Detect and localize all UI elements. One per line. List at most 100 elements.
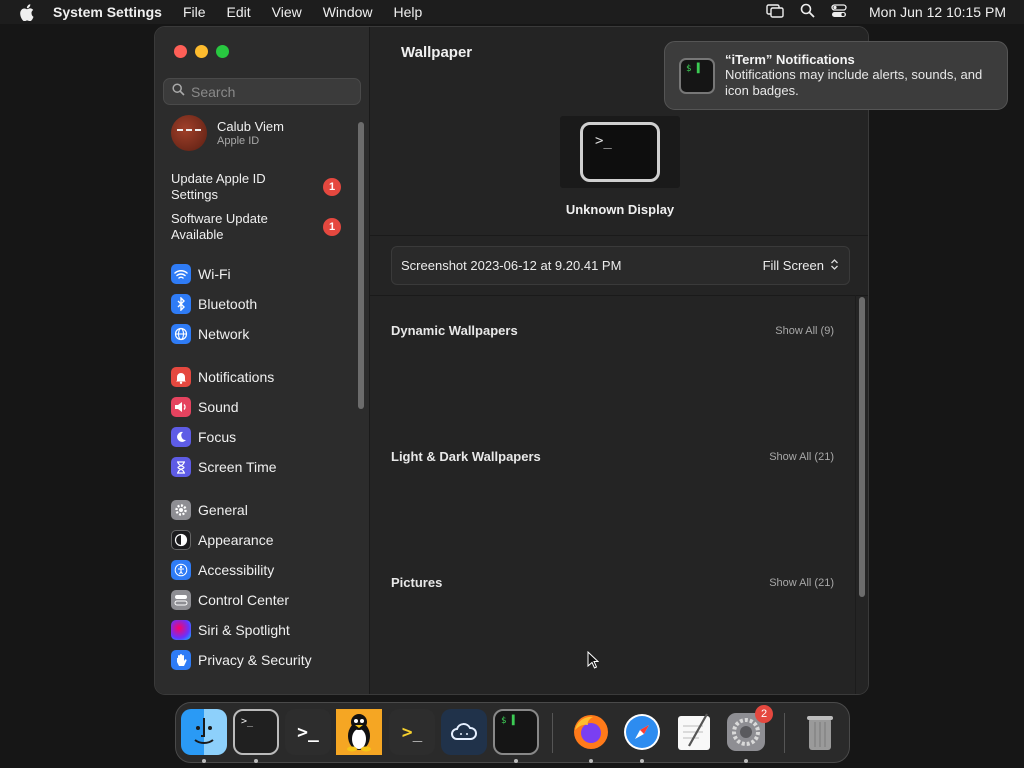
sidebar-scrollbar[interactable] xyxy=(358,122,364,409)
speaker-icon xyxy=(171,397,191,417)
apple-menu-icon[interactable] xyxy=(18,3,36,21)
screen-mirroring-icon[interactable] xyxy=(766,3,784,21)
sidebar-item-sound[interactable]: Sound xyxy=(171,394,238,420)
system-settings-icon[interactable]: 2 xyxy=(723,705,773,755)
apple-id-profile[interactable]: Calub Viem Apple ID xyxy=(171,115,351,151)
show-all-button[interactable]: Show All (9) xyxy=(775,325,834,337)
sidebar-item-control-center[interactable]: Control Center xyxy=(171,587,289,613)
running-indicator xyxy=(254,759,258,763)
fill-mode-select[interactable]: Fill Screen xyxy=(763,258,839,274)
firefox-icon[interactable] xyxy=(568,709,614,755)
linux-penguin-icon[interactable] xyxy=(336,709,382,755)
alert-label: Update Apple ID Settings xyxy=(171,171,266,202)
show-all-button[interactable]: Show All (21) xyxy=(769,451,834,463)
sidebar-item-label: Siri & Spotlight xyxy=(198,622,290,638)
sidebar-item-appearance[interactable]: Appearance xyxy=(171,527,274,553)
menu-bar: System Settings File Edit View Window He… xyxy=(0,0,1024,24)
sidebar-item-label: Wi-Fi xyxy=(198,266,231,282)
section-dynamic-wallpapers: Dynamic Wallpapers Show All (9) xyxy=(391,323,834,338)
notification-body: Notifications may include alerts, sounds… xyxy=(725,67,983,98)
sidebar-item-label: Network xyxy=(198,326,250,342)
search-icon xyxy=(172,82,185,101)
sidebar-item-wifi[interactable]: Wi-Fi xyxy=(171,261,231,287)
app-name-menu[interactable]: System Settings xyxy=(53,4,162,20)
display-preview[interactable]: >_ xyxy=(560,116,680,188)
safari-icon[interactable] xyxy=(619,709,665,755)
menu-file[interactable]: File xyxy=(183,4,206,20)
profile-name: Calub Viem xyxy=(217,119,284,134)
scroll-track xyxy=(855,295,856,694)
sidebar-item-label: Control Center xyxy=(198,592,290,608)
search-input[interactable] xyxy=(191,83,351,100)
dock-separator xyxy=(552,713,553,753)
sidebar-item-notifications[interactable]: Notifications xyxy=(171,364,274,390)
sidebar-item-general[interactable]: General xyxy=(171,497,248,523)
divider xyxy=(370,235,868,236)
window-controls xyxy=(174,45,229,58)
textedit-icon[interactable] xyxy=(671,709,717,755)
cloud-app-icon[interactable] xyxy=(441,709,487,755)
menu-help[interactable]: Help xyxy=(394,4,423,20)
dock-separator xyxy=(784,713,785,753)
section-title: Pictures xyxy=(391,575,443,590)
sidebar-item-label: Screen Time xyxy=(198,459,277,475)
bluetooth-icon xyxy=(171,294,191,314)
menu-clock[interactable]: Mon Jun 12 10:15 PM xyxy=(869,4,1006,20)
iterm-icon[interactable]: $ ▌ xyxy=(493,709,539,755)
wifi-icon xyxy=(171,264,191,284)
profile-subtitle: Apple ID xyxy=(217,135,260,147)
notification-title: “iTerm” Notifications xyxy=(725,52,855,67)
sidebar-item-network[interactable]: Network xyxy=(171,321,249,347)
sidebar-search[interactable] xyxy=(163,78,361,105)
powershell-icon[interactable]: > _ xyxy=(389,709,435,755)
page-title: Wallpaper xyxy=(401,44,473,61)
running-indicator xyxy=(589,759,593,763)
menu-view[interactable]: View xyxy=(272,4,302,20)
sidebar-item-focus[interactable]: Focus xyxy=(171,424,236,450)
minimize-window-button[interactable] xyxy=(195,45,208,58)
section-title: Dynamic Wallpapers xyxy=(391,323,518,338)
hand-icon xyxy=(171,650,191,670)
sidebar-item-bluetooth[interactable]: Bluetooth xyxy=(171,291,257,317)
sidebar-item-screen-time[interactable]: Screen Time xyxy=(171,454,277,480)
sidebar-item-label: Focus xyxy=(198,429,237,445)
main-scrollbar[interactable] xyxy=(859,297,865,597)
software-update-item[interactable]: Software Update Available 1 xyxy=(171,211,341,243)
notification-badge: 2 xyxy=(755,705,773,723)
current-wallpaper-row: Screenshot 2023-06-12 at 9.20.41 PM Fill… xyxy=(391,246,850,285)
iterm-notification[interactable]: $ ▌ “iTerm” Notifications Notifications … xyxy=(664,41,1008,110)
zoom-window-button[interactable] xyxy=(216,45,229,58)
terminal-icon: >_ xyxy=(580,122,660,182)
finder-icon[interactable] xyxy=(181,709,227,755)
mouse-pointer-icon xyxy=(587,650,600,674)
menu-window[interactable]: Window xyxy=(323,4,373,20)
section-pictures: Pictures Show All (21) xyxy=(391,575,834,590)
show-all-button[interactable]: Show All (21) xyxy=(769,577,834,589)
sidebar-item-privacy-security[interactable]: Privacy & Security xyxy=(171,647,312,673)
running-indicator xyxy=(640,759,644,763)
bell-icon xyxy=(171,367,191,387)
divider xyxy=(370,295,868,296)
running-indicator xyxy=(202,759,206,763)
system-settings-window: Calub Viem Apple ID Update Apple ID Sett… xyxy=(154,26,869,695)
spotlight-search-icon[interactable] xyxy=(800,3,815,21)
running-indicator xyxy=(744,759,748,763)
terminal-dark-icon[interactable]: >_ xyxy=(285,709,331,755)
close-window-button[interactable] xyxy=(174,45,187,58)
dock: >_ >_ > _ $ ▌ 2 xyxy=(175,702,850,763)
update-apple-id-item[interactable]: Update Apple ID Settings 1 xyxy=(171,171,341,203)
trash-icon[interactable] xyxy=(797,709,843,755)
control-center-icon[interactable] xyxy=(831,3,847,21)
avatar xyxy=(171,115,207,151)
section-light-dark-wallpapers: Light & Dark Wallpapers Show All (21) xyxy=(391,449,834,464)
sidebar-item-siri-spotlight[interactable]: Siri & Spotlight xyxy=(171,617,290,643)
menu-edit[interactable]: Edit xyxy=(227,4,251,20)
globe-icon xyxy=(171,324,191,344)
moon-icon xyxy=(171,427,191,447)
sidebar-item-accessibility[interactable]: Accessibility xyxy=(171,557,274,583)
alert-badge: 1 xyxy=(323,218,341,236)
chevron-updown-icon xyxy=(830,258,839,274)
sidebar-item-label: Bluetooth xyxy=(198,296,258,312)
terminal-icon[interactable]: >_ xyxy=(233,709,279,755)
current-wallpaper-name: Screenshot 2023-06-12 at 9.20.41 PM xyxy=(401,258,622,273)
